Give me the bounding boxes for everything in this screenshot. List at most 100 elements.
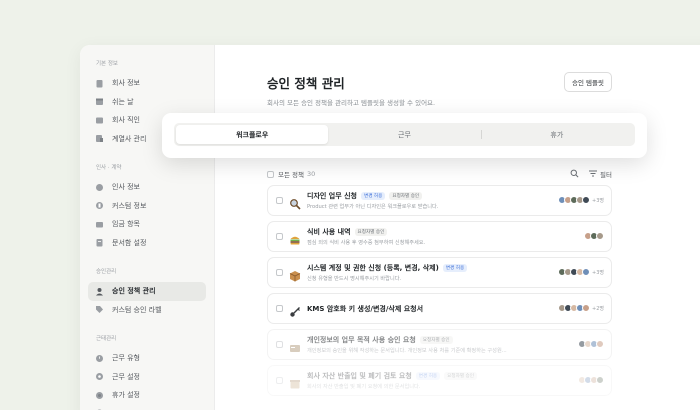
sidebar-item-label: 근무 유형 — [112, 354, 140, 363]
tab-vacation[interactable]: 휴가 — [480, 125, 633, 144]
sidebar-item-label: 쉬는 날 — [112, 97, 134, 106]
policy-count: 30 — [307, 170, 316, 178]
policy-row[interactable]: 개인정보의 업무 목적 사용 승인 요청 요청자별 승인개인정보의 승인을 위해 … — [267, 329, 612, 360]
tab-workflow[interactable]: 워크플로우 — [176, 125, 329, 144]
avatar — [582, 304, 591, 312]
filter-button[interactable]: 필터 — [589, 169, 612, 179]
sidebar-item[interactable]: 근무 유형 — [88, 349, 206, 368]
approval-person-icon — [95, 287, 104, 296]
row-checkbox[interactable] — [276, 305, 283, 312]
person-icon — [95, 183, 104, 192]
clock-icon — [95, 354, 104, 363]
policy-title: 시스템 계정 및 권한 신청 (등록, 변경, 삭제) — [307, 264, 439, 272]
row-checkbox[interactable] — [276, 233, 283, 240]
calendar-icon — [95, 97, 104, 106]
box-icon — [289, 375, 301, 388]
avatar — [596, 376, 604, 384]
policy-text: 디자인 업무 신청 변경 허용 요청자별 승인 Product 관련 업무가 아닌 디… — [307, 191, 438, 210]
policy-badge: 변경 허용 — [415, 372, 441, 380]
filter-label: 필터 — [600, 171, 612, 179]
policy-description: Product 관련 업무가 아닌 디자인은 워크플로우로 받습니다. — [307, 204, 439, 210]
policy-title-line: KMS 암호화 키 생성/변경/삭제 요청서 — [307, 304, 423, 314]
policy-text: 개인정보의 업무 목적 사용 승인 요청 요청자별 승인개인정보의 승인을 위해 … — [307, 335, 507, 354]
sidebar-item-label: 인사 정보 — [112, 183, 140, 192]
more-approvers-count: +3명 — [592, 197, 604, 204]
select-all-checkbox[interactable] — [267, 170, 274, 178]
tab-work[interactable]: 근무 — [328, 125, 480, 144]
policy-text: 회사 자산 반출입 및 폐기 검토 요청 변경 허용 요청자별 승인회사의 자산 반… — [307, 371, 477, 390]
wage-icon — [95, 220, 104, 229]
policy-badge: 요청자별 승인 — [354, 228, 388, 236]
tab-panel: 워크플로우 근무 휴가 — [162, 113, 647, 158]
sidebar-item-label: 문서함 설정 — [112, 238, 147, 247]
approver-avatars: +3명 — [558, 268, 604, 276]
policy-title-line: 식비 사용 내역 요청자별 승인 — [307, 227, 425, 237]
sidebar-item[interactable]: 휴가 설정 — [88, 386, 206, 405]
policy-row[interactable]: 식비 사용 내역 요청자별 승인 점심 외의 식비 사용 후 영수증 첨부하여 신청… — [267, 221, 612, 252]
policy-row[interactable]: KMS 암호화 키 생성/변경/삭제 요청서 +2명 — [267, 293, 612, 324]
sidebar-section-title: 승인관리 — [96, 269, 117, 275]
sidebar-item[interactable]: 임금 항목 — [88, 215, 206, 234]
row-checkbox[interactable] — [276, 197, 283, 204]
package-icon — [289, 267, 301, 281]
policy-title: 식비 사용 내역 — [307, 228, 351, 236]
row-checkbox[interactable] — [276, 377, 283, 384]
policy-row[interactable]: 디자인 업무 신청 변경 허용 요청자별 승인 Product 관련 업무가 아닌 디… — [267, 185, 612, 216]
policy-text: KMS 암호화 키 생성/변경/삭제 요청서 — [307, 304, 423, 314]
policy-title-line: 개인정보의 업무 목적 사용 승인 요청 요청자별 승인 — [307, 335, 507, 345]
policy-description: 회사의 자산 반출입 및 폐기 요청에 의한 문서입니다. — [307, 384, 421, 390]
app-window: 기본 정보 회사 정보 쉬는 날 회사 직인 계열사 관리 인사 · 계약 인사 정보 커스텀… — [80, 45, 700, 410]
card-icon — [289, 339, 301, 352]
sidebar-section-title: 기본 정보 — [96, 61, 118, 67]
sidebar-item[interactable]: 인사 정보 — [88, 178, 206, 197]
affiliate-icon — [95, 134, 104, 143]
approver-avatars: +3명 — [558, 196, 604, 204]
avatar — [596, 340, 604, 348]
sidebar-item-label: 계열사 관리 — [112, 134, 147, 143]
policy-title: 디자인 업무 신청 — [307, 192, 357, 200]
policy-badge: 변경 허용 — [360, 192, 386, 200]
approver-avatars — [578, 376, 604, 384]
row-checkbox[interactable] — [276, 341, 283, 348]
policy-row[interactable]: 시스템 계정 및 권한 신청 (등록, 변경, 삭제) 변경 허용 신청 유형을 반… — [267, 257, 612, 288]
policy-title: KMS 암호화 키 생성/변경/삭제 요청서 — [307, 304, 424, 313]
policy-title: 회사 자산 반출입 및 폐기 검토 요청 — [307, 372, 412, 380]
row-checkbox[interactable] — [276, 269, 283, 276]
policy-list: 디자인 업무 신청 변경 허용 요청자별 승인 Product 관련 업무가 아닌 디… — [267, 185, 612, 401]
sidebar-item[interactable]: 커스텀 승인 라벨 — [88, 301, 206, 320]
custom-info-icon — [95, 201, 104, 210]
policy-text: 식비 사용 내역 요청자별 승인 점심 외의 식비 사용 후 영수증 첨부하여 신청… — [307, 227, 425, 246]
sidebar-item[interactable]: 근무지 설정 — [88, 405, 206, 410]
policy-description: 신청 유형을 반드시 명시해주시기 바랍니다. — [307, 276, 402, 282]
approver-avatars: +2명 — [558, 304, 604, 312]
sidebar-section-title: 인사 · 계약 — [96, 165, 122, 171]
avatar — [582, 268, 591, 276]
policy-badge: 요청자별 승인 — [389, 192, 423, 200]
policy-row[interactable]: 회사 자산 반출입 및 폐기 검토 요청 변경 허용 요청자별 승인회사의 자산 반… — [267, 365, 612, 396]
sidebar-item[interactable]: 회사 정보 — [88, 74, 206, 93]
more-approvers-count: +3명 — [592, 269, 604, 276]
sidebar-item-label: 휴가 설정 — [112, 391, 140, 400]
policy-description: 개인정보의 승인을 위해 작성하는 문서입니다. 개인정보 사용 처를 기준에 … — [307, 348, 507, 354]
sidebar-item[interactable]: 커스텀 정보 — [88, 197, 206, 216]
tab-bar: 워크플로우 근무 휴가 — [174, 123, 635, 146]
sidebar-item[interactable]: 근무 설정 — [88, 368, 206, 387]
approval-template-button[interactable]: 승인 템플릿 — [564, 72, 612, 92]
policy-text: 시스템 계정 및 권한 신청 (등록, 변경, 삭제) 변경 허용 신청 유형을 반… — [307, 263, 468, 282]
more-approvers-count: +2명 — [592, 305, 604, 312]
magnifier-icon — [289, 195, 301, 210]
search-icon[interactable] — [570, 169, 579, 180]
policy-title-line: 디자인 업무 신청 변경 허용 요청자별 승인 — [307, 191, 438, 201]
policy-title: 개인정보의 업무 목적 사용 승인 요청 — [307, 336, 416, 344]
label-icon — [95, 305, 104, 314]
stamp-icon — [95, 116, 104, 125]
sidebar-item[interactable]: 쉬는 날 — [88, 93, 206, 112]
vacation-icon — [95, 391, 104, 400]
sidebar-item[interactable]: 문서함 설정 — [88, 234, 206, 253]
sidebar-item[interactable]: 승인 정책 관리 — [88, 282, 206, 301]
policy-badge: 요청자별 승인 — [444, 372, 477, 380]
all-policies-label: 모든 정책 — [278, 171, 304, 179]
sidebar-item-label: 승인 정책 관리 — [112, 287, 156, 296]
